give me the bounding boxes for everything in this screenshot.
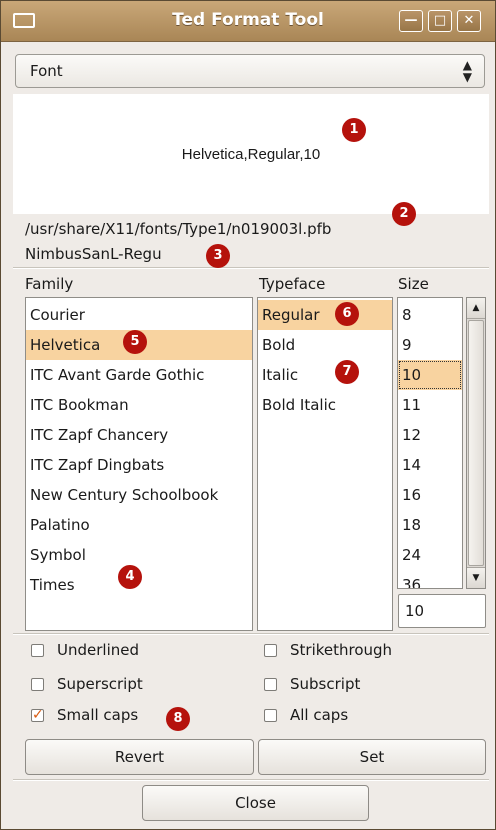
set-button[interactable]: Set [258,739,486,775]
font-file-path: /usr/share/X11/fonts/Type1/n019003l.pfb [25,220,332,238]
separator [13,779,489,781]
close-button[interactable]: Close [142,785,369,821]
family-item[interactable]: ITC Zapf Chancery [26,420,252,450]
font-postscript-name: NimbusSanL-Regu [25,245,162,263]
size-item[interactable]: 24 [398,540,462,570]
checkbox-label: Superscript [57,675,143,693]
minimize-icon[interactable]: — [399,10,423,32]
maximize-icon[interactable]: □ [428,10,452,32]
checkbox-box[interactable] [264,709,277,722]
family-item[interactable]: Palatino [26,510,252,540]
combo-arrows-icon: ▲ ▼ [462,58,472,84]
revert-button[interactable]: Revert [25,739,254,775]
size-header: Size [398,275,429,293]
family-item[interactable]: ITC Avant Garde Gothic [26,360,252,390]
typeface-item[interactable]: Bold [258,330,392,360]
typeface-item-selected[interactable]: Regular [258,300,392,330]
title-bar[interactable]: Ted Format Tool — □ ✕ [1,1,495,42]
separator [13,267,489,269]
size-item[interactable]: 18 [398,510,462,540]
close-icon[interactable]: ✕ [457,10,481,32]
checkbox-label: Underlined [57,641,139,659]
font-preview: Helvetica,Regular,10 [13,94,489,214]
size-item[interactable]: 11 [398,390,462,420]
size-item[interactable]: 14 [398,450,462,480]
scrollbar-thumb[interactable] [468,320,484,566]
font-preview-text: Helvetica,Regular,10 [181,146,321,163]
tool-page-selector[interactable]: Font ▲ ▼ [15,54,485,88]
size-item[interactable]: 8 [398,300,462,330]
checkbox-label: Small caps [57,706,139,724]
callout-badge: 6 [335,302,359,326]
callout-badge: 7 [335,360,359,384]
callout-badge: 4 [118,565,142,589]
size-item[interactable]: 16 [398,480,462,510]
checkbox-box[interactable] [264,644,277,657]
size-input[interactable]: 10 [398,594,486,628]
typeface-item[interactable]: Italic [258,360,392,390]
size-item-selected[interactable]: 10 [398,360,462,390]
checkbox-label: Strikethrough [290,641,393,659]
checkbox-box[interactable] [31,644,44,657]
size-item[interactable]: 36 [398,570,462,588]
family-item[interactable]: New Century Schoolbook [26,480,252,510]
size-scrollbar[interactable]: ▲ ▼ [466,297,486,589]
callout-badge: 1 [342,118,366,142]
separator [13,633,489,635]
checkbox-box[interactable] [31,678,44,691]
family-item[interactable]: Courier [26,300,252,330]
callout-badge: 2 [392,202,416,226]
size-list[interactable]: 8 9 10 11 12 14 16 18 24 36 [397,297,463,589]
family-item[interactable]: Symbol [26,540,252,570]
family-item[interactable]: ITC Zapf Dingbats [26,450,252,480]
checkbox-label: All caps [290,706,349,724]
typeface-list[interactable]: Regular Bold Italic Bold Italic [257,297,393,631]
checkbox-label: Subscript [290,675,361,693]
size-item[interactable]: 9 [398,330,462,360]
typeface-header: Typeface [259,275,326,293]
typeface-item[interactable]: Bold Italic [258,390,392,420]
family-item[interactable]: ITC Bookman [26,390,252,420]
family-header: Family [25,275,74,293]
tool-page-selector-value: Font [30,62,63,80]
callout-badge: 5 [123,330,147,354]
checkbox-checked-icon[interactable]: ✓ [31,708,44,722]
scroll-down-arrow-icon[interactable]: ▼ [467,567,485,588]
size-item[interactable]: 12 [398,420,462,450]
callout-badge: 8 [166,707,190,731]
checkbox-box[interactable] [264,678,277,691]
callout-badge: 3 [206,244,230,268]
format-tool-window: Ted Format Tool — □ ✕ Font ▲ ▼ Helvetica,… [0,0,496,830]
scroll-up-arrow-icon[interactable]: ▲ [467,298,485,319]
